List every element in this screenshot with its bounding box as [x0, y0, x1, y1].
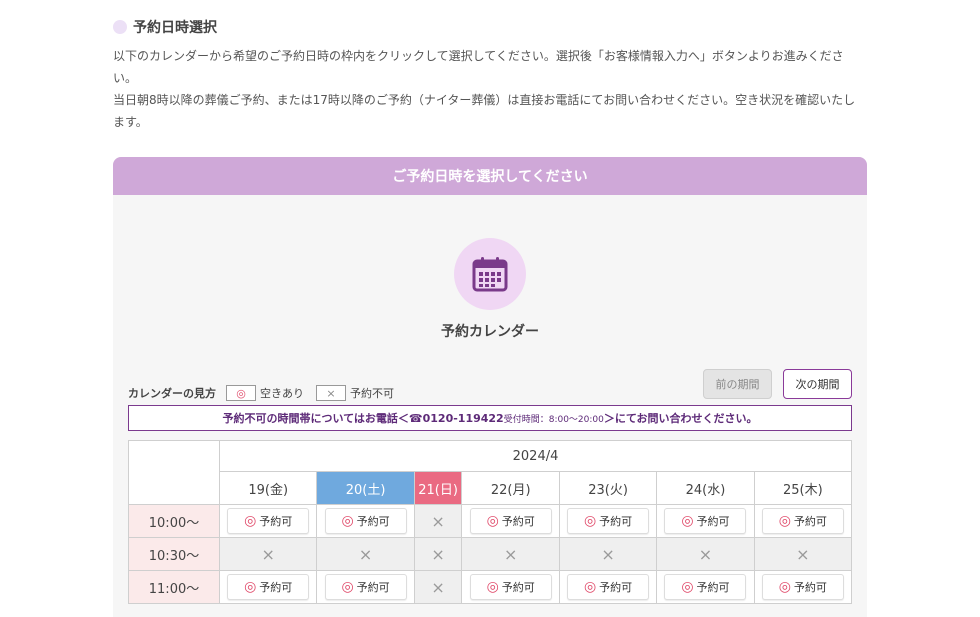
available-icon: ◎: [681, 513, 694, 529]
bullet-dot-icon: [113, 20, 127, 34]
table-row: 10:00～ ◎ 予約可 ◎ 予約可 × ◎ 予約可 ◎ 予約可 ◎ 予約可 ◎ 予約可: [128, 504, 853, 538]
reserve-slot-button[interactable]: ◎ 予約可: [567, 574, 650, 600]
legend-available-icon: ◎: [226, 385, 256, 401]
available-icon: ◎: [583, 513, 597, 529]
reservation-calendar-table: 2024/4 19(金) 20(土) 21(日) 22(月) 23(火) 24(水) 25(…: [128, 440, 853, 604]
reserve-slot-label: 予約可: [259, 581, 293, 594]
phone-notice: 予約不可の時間帯についてはお電話＜☎0120-119422 受付時間：8:00～…: [128, 405, 852, 431]
unavailable-icon: ×: [413, 570, 463, 604]
available-icon: ◎: [778, 513, 791, 529]
reserve-slot-label: 予約可: [501, 515, 535, 528]
notice-text-before: 予約不可の時間帯についてはお電話＜☎0120-119422: [222, 412, 504, 425]
reserve-slot-label: 予約可: [259, 515, 293, 528]
unavailable-icon: ×: [218, 537, 318, 571]
available-icon: ◎: [244, 579, 257, 595]
reserve-slot-label: 予約可: [599, 581, 633, 594]
slot-cell: ◎ 予約可: [316, 504, 415, 538]
legend-unavailable-text: 予約不可: [350, 387, 394, 400]
available-icon: ◎: [486, 579, 499, 595]
intro-paragraph-2: 当日朝8時以降の葬儀ご予約、または17時以降のご予約（ナイター葬儀）は直接お電話…: [113, 93, 856, 129]
slot-cell: ◎ 予約可: [218, 570, 318, 604]
legend-label: カレンダーの見方: [128, 387, 216, 400]
intro-text: 以下のカレンダーから希望のご予約日時の枠内をクリックして選択してください。選択後…: [113, 45, 867, 133]
day-header-3: 22(月): [461, 471, 560, 505]
reserve-slot-label: 予約可: [501, 581, 535, 594]
reserve-slot-button[interactable]: ◎ 予約可: [469, 508, 552, 534]
reserve-slot-button[interactable]: ◎ 予約可: [761, 574, 844, 600]
reserve-slot-label: 予約可: [696, 515, 730, 528]
reserve-slot-label: 予約可: [793, 581, 827, 594]
unavailable-icon: ×: [461, 537, 560, 571]
section-title-text: 予約日時選択: [133, 20, 217, 36]
slot-cell: ◎ 予約可: [753, 570, 853, 604]
reserve-slot-button[interactable]: ◎ 予約可: [761, 508, 844, 534]
slot-cell: ◎ 予約可: [461, 504, 560, 538]
reserve-slot-label: 予約可: [599, 515, 633, 528]
available-icon: ◎: [681, 579, 694, 595]
calendar-legend: カレンダーの見方 ◎ 空きあり × 予約不可: [128, 385, 406, 401]
available-icon: ◎: [486, 513, 499, 529]
unavailable-icon: ×: [413, 504, 463, 538]
slot-cell: ◎ 予約可: [558, 504, 658, 538]
reserve-slot-button[interactable]: ◎ 予約可: [664, 574, 747, 600]
slot-cell: ◎ 予約可: [753, 504, 853, 538]
reserve-slot-button[interactable]: ◎ 予約可: [664, 508, 747, 534]
unavailable-icon: ×: [656, 537, 755, 571]
time-slot-body: 10:00～ ◎ 予約可 ◎ 予約可 × ◎ 予約可 ◎ 予約可 ◎ 予約可 ◎ 予約可 10:30～ × × ×…: [128, 504, 853, 604]
slot-cell: ◎ 予約可: [656, 504, 755, 538]
unavailable-icon: ×: [558, 537, 658, 571]
slot-cell: ◎ 予約可: [218, 504, 318, 538]
section-title: 予約日時選択: [113, 17, 217, 37]
day-header-4: 23(火): [558, 471, 658, 505]
unavailable-icon: ×: [753, 537, 853, 571]
slot-cell: ◎ 予約可: [558, 570, 658, 604]
next-period-button[interactable]: 次の期間: [783, 369, 852, 399]
reserve-slot-label: 予約可: [793, 515, 827, 528]
notice-text-after: ＞にてお問い合わせください。: [603, 412, 758, 425]
reserve-slot-button[interactable]: ◎ 予約可: [567, 508, 650, 534]
available-icon: ◎: [341, 579, 354, 595]
reserve-slot-button[interactable]: ◎ 予約可: [227, 508, 310, 534]
notice-hours: 受付時間：8:00～20:00: [503, 414, 604, 425]
time-label: 11:00～: [128, 570, 220, 604]
reserve-slot-button[interactable]: ◎ 予約可: [324, 508, 407, 534]
unavailable-icon: ×: [413, 537, 463, 571]
day-header-0: 19(金): [218, 471, 318, 505]
prev-period-button[interactable]: 前の期間: [703, 369, 772, 399]
reserve-slot-button[interactable]: ◎ 予約可: [227, 574, 310, 600]
available-icon: ◎: [244, 513, 257, 529]
day-header-1: 20(土): [316, 471, 415, 505]
slot-cell: ◎ 予約可: [656, 570, 755, 604]
intro-paragraph-1: 以下のカレンダーから希望のご予約日時の枠内をクリックして選択してください。選択後…: [113, 49, 844, 85]
legend-unavailable-icon: ×: [316, 385, 346, 401]
available-icon: ◎: [341, 513, 354, 529]
month-header: 2024/4: [219, 440, 852, 472]
calendar-title: 予約カレンダー: [441, 324, 539, 340]
available-icon: ◎: [778, 579, 791, 595]
day-header-5: 24(水): [656, 471, 755, 505]
slot-cell: ◎ 予約可: [461, 570, 560, 604]
day-header-6: 25(木): [753, 471, 853, 505]
time-label: 10:00～: [128, 504, 220, 538]
time-label: 10:30～: [128, 537, 220, 571]
reserve-slot-button[interactable]: ◎ 予約可: [324, 574, 407, 600]
reserve-slot-button[interactable]: ◎ 予約可: [469, 574, 552, 600]
legend-available-text: 空きあり: [260, 387, 304, 400]
table-row: 11:00～ ◎ 予約可 ◎ 予約可 × ◎ 予約可 ◎ 予約可 ◎ 予約可 ◎ 予約可: [128, 570, 853, 604]
unavailable-icon: ×: [316, 537, 415, 571]
reservation-panel: ご予約日時を選択してください 予約カレンダー カレンダーの見方 ◎ 空きあり ×…: [113, 157, 867, 617]
table-row: 10:30～ × × × × × × ×: [128, 537, 853, 571]
available-icon: ◎: [583, 579, 597, 595]
calendar-icon: [454, 238, 526, 310]
reserve-slot-label: 予約可: [696, 581, 730, 594]
slot-cell: ◎ 予約可: [316, 570, 415, 604]
reserve-slot-label: 予約可: [356, 515, 390, 528]
day-header-row: 19(金) 20(土) 21(日) 22(月) 23(火) 24(水) 25(木): [129, 471, 853, 505]
panel-header: ご予約日時を選択してください: [113, 157, 867, 195]
table-corner: [128, 440, 220, 505]
reserve-slot-label: 予約可: [356, 581, 390, 594]
day-header-2: 21(日): [413, 471, 463, 505]
